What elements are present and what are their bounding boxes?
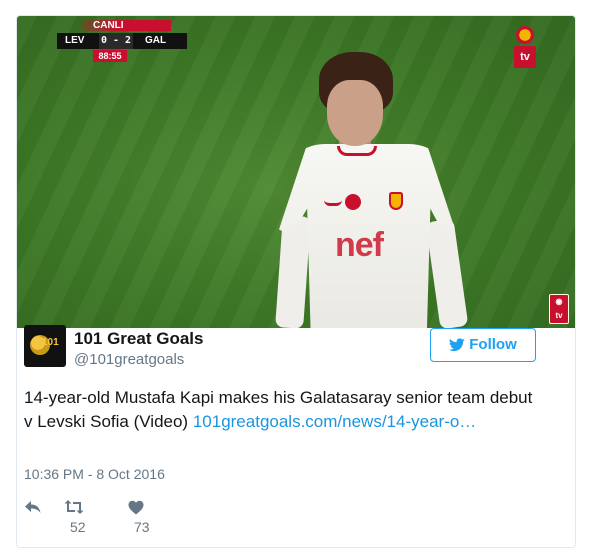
scorebug: CANLI LEV 0 - 2 GAL 88:55	[53, 20, 193, 64]
gs-emblem-icon	[516, 26, 534, 44]
retweet-count: 52	[70, 519, 86, 536]
reply-icon	[25, 501, 41, 514]
heart-icon	[128, 500, 144, 515]
shirt-sponsor: nef	[335, 226, 384, 264]
player-right-arm	[425, 218, 469, 328]
tweet-link[interactable]: 101greatgoals.com/news/14-year-o…	[193, 412, 476, 431]
away-team: GAL	[145, 35, 167, 46]
score-row: LEV 0 - 2 GAL	[57, 33, 187, 49]
tweet-text: 14-year-old Mustafa Kapi makes his Galat…	[24, 386, 539, 434]
like-count: 73	[134, 519, 150, 536]
reply-button[interactable]	[24, 496, 42, 516]
score: 0 - 2	[99, 33, 133, 49]
twitter-bird-icon	[449, 338, 465, 352]
author-name[interactable]: 101 Great Goals	[74, 329, 203, 349]
tv-label: tv	[514, 46, 536, 68]
follow-button[interactable]: Follow	[430, 328, 536, 362]
live-label: CANLI	[81, 20, 171, 31]
avatar[interactable]: 101	[24, 325, 66, 367]
tweet-timestamp[interactable]: 10:36 PM - 8 Oct 2016	[24, 466, 165, 482]
retweet-icon	[64, 500, 84, 515]
home-team: LEV	[65, 35, 85, 46]
shirt-collar	[337, 146, 377, 156]
follow-label: Follow	[469, 336, 517, 353]
retweet-button[interactable]: 52	[64, 496, 86, 535]
shirt-badge-icon	[345, 194, 361, 210]
tweet-media-image[interactable]: nef CANLI LEV 0 - 2 GAL 88:55 tv ◉ tv	[17, 16, 575, 328]
author-handle[interactable]: @101greatgoals	[74, 351, 184, 368]
avatar-logo-text: 101	[42, 337, 59, 348]
club-crest-icon	[389, 192, 403, 210]
watermark-emblem: ◉	[555, 297, 563, 306]
player-face	[327, 80, 383, 146]
gstv-logo-icon: tv	[514, 26, 536, 70]
match-clock: 88:55	[93, 50, 127, 62]
like-button[interactable]: 73	[128, 496, 150, 535]
gstv-watermark-icon: ◉ tv	[549, 294, 569, 324]
watermark-tv: tv	[555, 311, 563, 320]
